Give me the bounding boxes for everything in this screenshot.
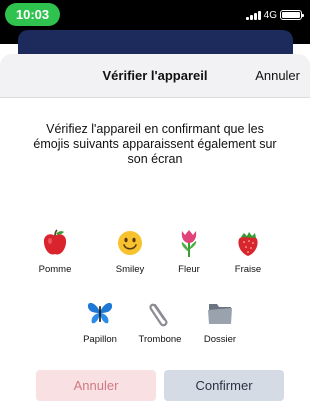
folder-icon bbox=[205, 298, 235, 328]
apple-icon bbox=[40, 228, 70, 258]
paperclip-icon bbox=[145, 298, 175, 328]
status-time: 10:03 bbox=[5, 3, 60, 26]
emoji-item-smiley: Smiley bbox=[100, 228, 160, 275]
confirm-button[interactable]: Confirmer bbox=[164, 370, 284, 401]
sheet-header: Vérifier l'appareil Annuler bbox=[0, 54, 310, 98]
smiley-icon bbox=[115, 228, 145, 258]
emoji-item-trombone: Trombone bbox=[130, 298, 190, 345]
emoji-item-fleur: Fleur bbox=[159, 228, 219, 275]
signal-icon bbox=[245, 10, 261, 20]
battery-icon bbox=[280, 10, 304, 20]
emoji-item-papillon: Papillon bbox=[70, 298, 130, 345]
emoji-label: Fraise bbox=[234, 264, 262, 275]
cancel-button[interactable]: Annuler bbox=[36, 370, 156, 401]
emoji-label: Trombone bbox=[138, 334, 182, 345]
emoji-label: Smiley bbox=[115, 264, 145, 275]
emoji-item-fraise: Fraise bbox=[218, 228, 278, 275]
network-type: 4G bbox=[263, 9, 277, 21]
status-indicators: 4G bbox=[245, 7, 304, 23]
header-cancel-button[interactable]: Annuler bbox=[255, 68, 300, 83]
emoji-item-dossier: Dossier bbox=[190, 298, 250, 345]
instructions-text: Vérifiez l'appareil en confirmant que le… bbox=[33, 122, 277, 166]
emoji-item-pomme: Pomme bbox=[25, 228, 85, 275]
tulip-icon bbox=[174, 228, 204, 258]
butterfly-icon bbox=[85, 298, 115, 328]
strawberry-icon bbox=[233, 228, 263, 258]
emoji-label: Fleur bbox=[178, 264, 200, 275]
verify-device-sheet: Vérifier l'appareil Annuler Vérifiez l'a… bbox=[0, 54, 310, 406]
emoji-label: Dossier bbox=[203, 334, 237, 345]
emoji-label: Papillon bbox=[83, 334, 117, 345]
emoji-label: Pomme bbox=[38, 264, 72, 275]
